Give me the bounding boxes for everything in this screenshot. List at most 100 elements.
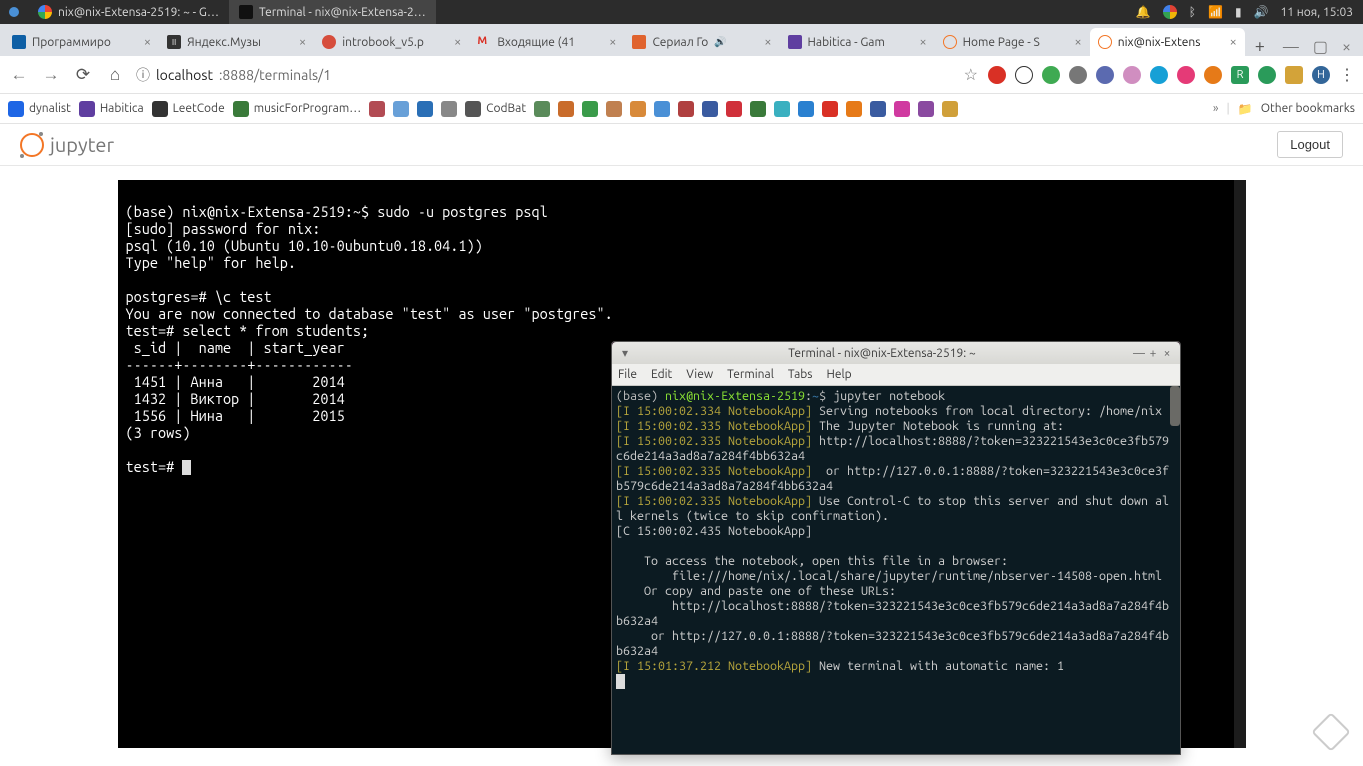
extension-icon[interactable]	[1285, 66, 1303, 84]
notifications-icon[interactable]: 🔔	[1136, 5, 1151, 19]
bookmark-item[interactable]	[441, 101, 457, 117]
menu-file[interactable]: File	[618, 368, 637, 381]
terminal-output[interactable]: (base) nix@nix-Extensa-2519:~$ jupyter n…	[612, 386, 1180, 754]
other-bookmarks[interactable]: Other bookmarks	[1261, 102, 1355, 115]
bookmark-icon[interactable]	[726, 101, 742, 117]
taskbar-item-terminal[interactable]: Terminal - nix@nix-Extensa-2…	[229, 0, 436, 24]
wifi-icon[interactable]: 📶	[1208, 5, 1223, 19]
window-maximize-icon[interactable]: ▢	[1313, 37, 1328, 56]
tab-programming[interactable]: Программиро×	[4, 28, 159, 56]
menu-tabs[interactable]: Tabs	[788, 368, 813, 381]
chrome-menu-icon[interactable]: ⋮	[1339, 65, 1355, 84]
bookmark-musicforprogram[interactable]: musicForProgram…	[233, 101, 361, 117]
bookmark-icon[interactable]	[846, 101, 862, 117]
tab-yandex-music[interactable]: IIЯндекс.Музы×	[159, 28, 314, 56]
bookmark-item[interactable]	[393, 101, 409, 117]
bookmark-overflow-icon[interactable]: »	[1213, 102, 1219, 115]
site-info-icon[interactable]: ⓘ	[136, 65, 150, 85]
home-button[interactable]: ⌂	[104, 64, 126, 86]
tab-habitica[interactable]: Habitica - Gam×	[780, 28, 935, 56]
forward-button[interactable]: →	[40, 64, 62, 86]
bookmark-icon[interactable]	[558, 101, 574, 117]
menu-terminal[interactable]: Terminal	[727, 368, 774, 381]
bookmark-habitica[interactable]: Habitica	[79, 101, 144, 117]
extension-icon[interactable]	[1258, 66, 1276, 84]
audio-icon[interactable]: 🔊	[714, 36, 726, 48]
bookmark-item[interactable]	[417, 101, 433, 117]
battery-icon[interactable]: ▮	[1235, 5, 1242, 19]
close-icon[interactable]: ×	[144, 35, 151, 49]
tab-serial[interactable]: Сериал Го🔊×	[624, 28, 779, 56]
bookmark-dynalist[interactable]: dynalist	[8, 101, 71, 117]
bookmark-icon[interactable]	[606, 101, 622, 117]
window-minimize-icon[interactable]: —	[1132, 347, 1146, 360]
avatar-icon[interactable]: H	[1312, 66, 1330, 84]
bookmarks-bar: dynalist Habitica LeetCode musicForProgr…	[0, 94, 1363, 124]
close-icon[interactable]: ×	[764, 35, 771, 49]
extension-icon[interactable]	[1204, 66, 1222, 84]
extension-icon[interactable]	[1015, 66, 1033, 84]
bookmark-icon[interactable]	[870, 101, 886, 117]
close-icon[interactable]: ×	[609, 35, 616, 49]
close-icon[interactable]: ×	[1074, 35, 1081, 49]
close-icon[interactable]: ×	[919, 35, 926, 49]
extension-icon[interactable]	[1123, 66, 1141, 84]
bookmark-icon[interactable]	[750, 101, 766, 117]
tab-jupyter-home[interactable]: Home Page - S×	[935, 28, 1090, 56]
bookmark-icon[interactable]	[918, 101, 934, 117]
close-icon[interactable]: ×	[454, 35, 461, 49]
extension-icon[interactable]	[1150, 66, 1168, 84]
new-tab-button[interactable]: +	[1245, 36, 1275, 56]
bookmark-leetcode[interactable]: LeetCode	[152, 101, 225, 117]
reload-button[interactable]: ⟳	[72, 64, 94, 86]
extension-icon[interactable]	[1042, 66, 1060, 84]
app-menu-icon[interactable]	[0, 0, 28, 24]
menu-help[interactable]: Help	[826, 368, 851, 381]
window-minimize-icon[interactable]: —	[1283, 38, 1299, 56]
bookmark-icon[interactable]	[582, 101, 598, 117]
logout-button[interactable]: Logout	[1277, 131, 1343, 158]
window-close-icon[interactable]: ×	[1342, 38, 1351, 56]
bookmark-icon[interactable]	[534, 101, 550, 117]
bookmark-icon[interactable]	[894, 101, 910, 117]
tab-jupyter-terminal[interactable]: nix@nix-Extens×	[1090, 28, 1245, 56]
bookmark-icon[interactable]	[774, 101, 790, 117]
address-bar: ← → ⟳ ⌂ ⓘ localhost:8888/terminals/1 ☆ R…	[0, 56, 1363, 94]
bookmark-icon[interactable]	[654, 101, 670, 117]
extension-icon[interactable]: R	[1231, 66, 1249, 84]
extension-icon[interactable]	[1069, 66, 1087, 84]
close-icon[interactable]: ×	[299, 35, 306, 49]
bookmark-item[interactable]	[369, 101, 385, 117]
bookmark-icon[interactable]	[942, 101, 958, 117]
extension-icon[interactable]	[1177, 66, 1195, 84]
bookmark-icon[interactable]	[702, 101, 718, 117]
tab-introbook[interactable]: introbook_v5.p×	[314, 28, 469, 56]
bookmark-icon[interactable]	[798, 101, 814, 117]
volume-icon[interactable]: 🔊	[1254, 5, 1269, 19]
menu-edit[interactable]: Edit	[651, 368, 672, 381]
bookmark-codbat[interactable]: CodBat	[465, 101, 526, 117]
bookmark-icon[interactable]	[822, 101, 838, 117]
bookmark-star-icon[interactable]: ☆	[964, 65, 978, 84]
native-terminal-window[interactable]: ▾ Terminal - nix@nix-Extensa-2519: ~ — +…	[611, 341, 1181, 755]
window-titlebar[interactable]: ▾ Terminal - nix@nix-Extensa-2519: ~ — +…	[612, 342, 1180, 364]
close-icon[interactable]: ×	[1230, 35, 1237, 49]
window-close-icon[interactable]: ×	[1160, 347, 1174, 360]
scrollbar-thumb[interactable]	[1170, 386, 1180, 426]
menu-view[interactable]: View	[686, 368, 713, 381]
extension-icon[interactable]	[988, 66, 1006, 84]
tab-gmail-inbox[interactable]: MВходящие (41×	[469, 28, 624, 56]
chrome-tray-icon[interactable]	[1163, 5, 1177, 19]
window-maximize-icon[interactable]: +	[1146, 347, 1160, 360]
bookmark-icon[interactable]	[630, 101, 646, 117]
terminal-scrollbar[interactable]	[1234, 180, 1246, 748]
taskbar-item-chrome[interactable]: nix@nix-Extensa-2519: ~ - G…	[28, 0, 229, 24]
clock[interactable]: 11 ноя, 15:03	[1281, 6, 1354, 19]
bluetooth-icon[interactable]: ᛒ	[1189, 5, 1196, 19]
back-button[interactable]: ←	[8, 64, 30, 86]
extension-icon[interactable]	[1096, 66, 1114, 84]
jupyter-logo[interactable]: jupyter	[20, 133, 114, 157]
window-menu-icon[interactable]: ▾	[618, 346, 632, 360]
bookmark-icon[interactable]	[678, 101, 694, 117]
url-input[interactable]: ⓘ localhost:8888/terminals/1	[136, 65, 954, 85]
